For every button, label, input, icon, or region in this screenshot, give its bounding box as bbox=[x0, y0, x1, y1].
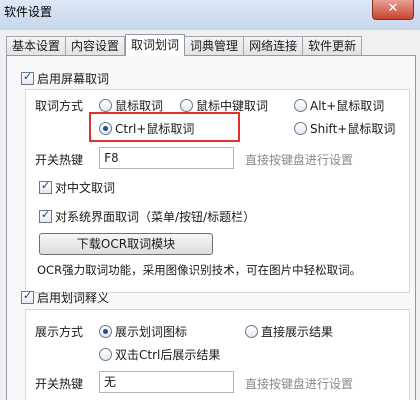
tab-capture-selection[interactable]: 取词划词 bbox=[125, 34, 186, 56]
check-icon bbox=[39, 179, 52, 194]
display-direct-radio[interactable]: 直接展示结果 bbox=[245, 323, 333, 340]
tab-content-settings[interactable]: 内容设置 bbox=[66, 36, 126, 56]
enable-capture-label: 启用屏幕取词 bbox=[37, 72, 110, 86]
system-ui-capture-label: 对系统界面取词（菜单/按钮/标题栏） bbox=[55, 210, 256, 224]
enable-capture-checkbox[interactable]: 启用屏幕取词 bbox=[21, 70, 109, 87]
display-icon-label: 展示划词图标 bbox=[115, 325, 188, 339]
settings-window: 基本设置 内容设置 取词划词 词典管理 网络连接 软件更新 启用屏幕取词 取词方… bbox=[0, 30, 420, 400]
radio-icon bbox=[294, 99, 307, 112]
radio-selected-icon bbox=[99, 325, 112, 338]
radio-icon bbox=[99, 99, 112, 112]
close-button[interactable]: ✕ bbox=[372, 0, 414, 20]
ocr-note: OCR强力取词功能，采用图像识别技术，可在图片中轻松取词。 bbox=[37, 263, 362, 277]
tab-software-update[interactable]: 软件更新 bbox=[303, 36, 363, 56]
tab-bar: 基本设置 内容设置 取词划词 词典管理 网络连接 软件更新 bbox=[6, 34, 363, 56]
display-mode-label: 展示方式 bbox=[35, 325, 84, 339]
chinese-capture-checkbox[interactable]: 对中文取词 bbox=[39, 179, 115, 196]
display-double-ctrl-radio[interactable]: 双击Ctrl后展示结果 bbox=[99, 346, 220, 363]
mode-alt-mouse-label: Alt+鼠标取词 bbox=[310, 99, 385, 113]
radio-icon bbox=[294, 122, 307, 135]
check-icon bbox=[39, 208, 52, 223]
capture-hotkey-input[interactable]: F8 bbox=[99, 147, 234, 169]
enable-selection-checkbox[interactable]: 启用划词释义 bbox=[21, 289, 109, 306]
selection-hotkey-input[interactable]: 无 bbox=[99, 371, 234, 393]
chinese-capture-label: 对中文取词 bbox=[55, 181, 116, 195]
tab-network-connection[interactable]: 网络连接 bbox=[244, 36, 304, 56]
selection-hotkey-hint: 直接按键盘进行设置 bbox=[245, 377, 354, 391]
tab-panel: 启用屏幕取词 取词方式 鼠标取词 鼠标中键取词 Alt+鼠标取词 Ctrl+鼠标… bbox=[6, 55, 416, 400]
check-icon bbox=[21, 289, 34, 304]
title-bar[interactable]: 软件设置 ✕ bbox=[0, 0, 420, 30]
mode-shift-mouse-radio[interactable]: Shift+鼠标取词 bbox=[294, 120, 395, 137]
tab-basic-settings[interactable]: 基本设置 bbox=[6, 36, 67, 56]
display-icon-radio[interactable]: 展示划词图标 bbox=[99, 323, 187, 340]
mode-mouse-label: 鼠标取词 bbox=[115, 99, 164, 113]
capture-hotkey-label: 开关热键 bbox=[35, 153, 84, 167]
display-direct-label: 直接展示结果 bbox=[261, 325, 334, 339]
system-ui-capture-checkbox[interactable]: 对系统界面取词（菜单/按钮/标题栏） bbox=[39, 208, 255, 225]
capture-mode-label: 取词方式 bbox=[35, 99, 84, 113]
mode-shift-mouse-label: Shift+鼠标取词 bbox=[310, 122, 396, 136]
download-ocr-button[interactable]: 下载OCR取词模块 bbox=[39, 233, 213, 255]
mode-middle-button-label: 鼠标中键取词 bbox=[196, 99, 269, 113]
tab-dictionary-management[interactable]: 词典管理 bbox=[185, 36, 245, 56]
mode-alt-mouse-radio[interactable]: Alt+鼠标取词 bbox=[294, 97, 384, 114]
display-double-ctrl-label: 双击Ctrl后展示结果 bbox=[115, 348, 221, 362]
window-title: 软件设置 bbox=[4, 5, 53, 19]
check-icon bbox=[21, 70, 34, 85]
selection-hotkey-label: 开关热键 bbox=[35, 377, 84, 391]
enable-selection-label: 启用划词释义 bbox=[37, 291, 110, 305]
close-icon: ✕ bbox=[387, 1, 399, 16]
radio-icon bbox=[245, 325, 258, 338]
radio-icon bbox=[99, 348, 112, 361]
highlight-box bbox=[89, 112, 240, 142]
capture-hotkey-hint: 直接按键盘进行设置 bbox=[245, 153, 354, 167]
radio-icon bbox=[180, 99, 193, 112]
